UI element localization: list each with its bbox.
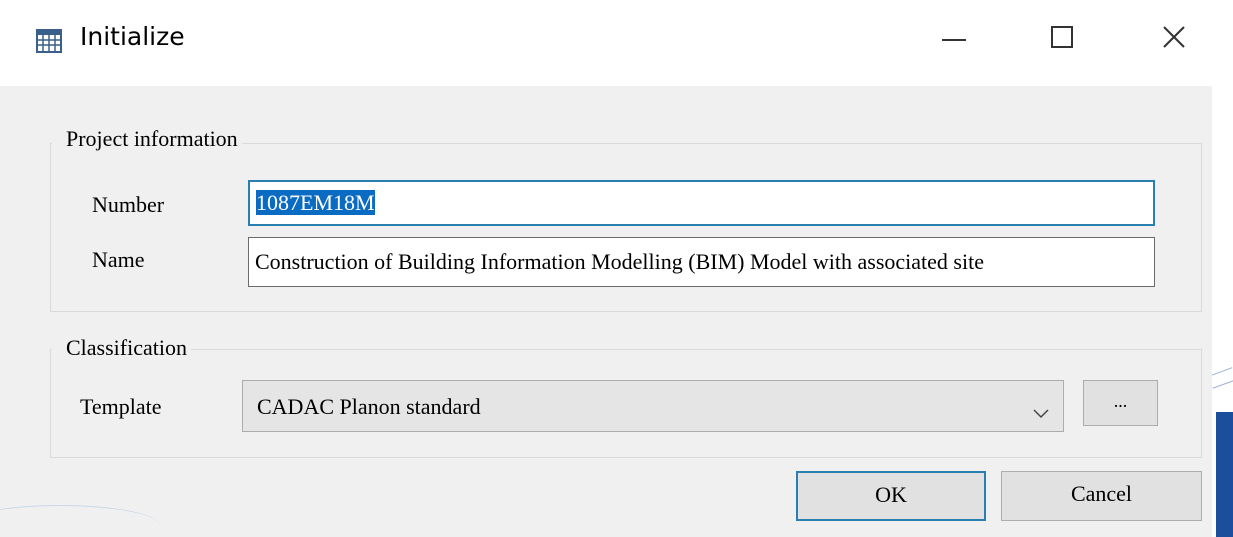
number-label: Number [92,192,165,217]
table-grid-icon [36,29,62,53]
template-label: Template [80,394,162,419]
title-bar[interactable]: Initialize [0,0,1212,86]
initialize-dialog: Initialize Project information Number 10… [0,0,1212,537]
number-value: 1087EM18M [256,190,375,215]
name-field[interactable]: Construction of Building Information Mod… [248,237,1155,287]
maximize-button[interactable] [1040,20,1084,58]
browse-template-button[interactable]: ... [1083,380,1158,426]
close-icon [1161,24,1187,55]
close-button[interactable] [1152,20,1196,58]
name-value: Construction of Building Information Mod… [255,249,984,274]
maximize-icon [1049,24,1075,55]
name-label: Name [92,247,145,272]
window-title: Initialize [80,22,185,51]
ok-button[interactable]: OK [796,471,986,521]
minimize-button[interactable] [932,20,976,58]
template-value: CADAC Planon standard [257,394,481,419]
project-information-legend: Project information [52,126,242,152]
template-select[interactable]: CADAC Planon standard [242,380,1064,432]
number-field[interactable]: 1087EM18M [248,180,1155,226]
background-blue-block [1216,412,1233,537]
cancel-button[interactable]: Cancel [1001,471,1202,521]
minimize-icon [941,24,967,55]
chevron-down-icon [1033,399,1049,419]
classification-legend: Classification [52,335,191,361]
